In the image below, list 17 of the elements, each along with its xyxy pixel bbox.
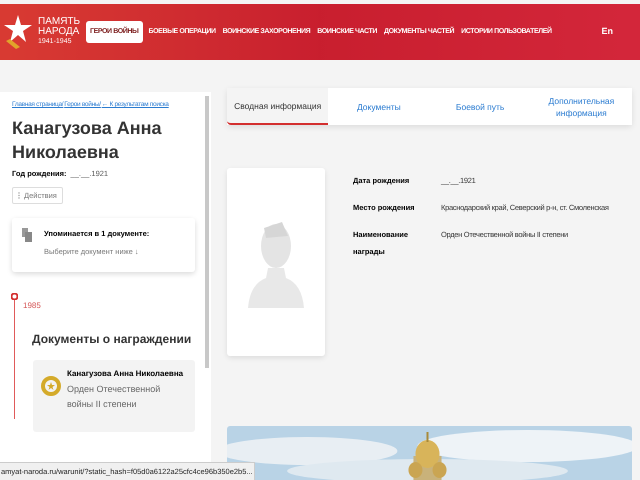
award-card[interactable]: Канагузова Анна Николаевна Орден Отечественной войны II степени <box>33 360 195 432</box>
tab[interactable]: Дополнительная информация <box>530 88 632 125</box>
section-title: Документы о награждении <box>32 331 192 348</box>
language-switch[interactable]: En <box>598 23 616 41</box>
star-logo-icon <box>4 15 32 49</box>
logo-title: НАРОДА <box>38 27 80 37</box>
tab[interactable]: Документы <box>328 88 430 125</box>
logo-title: ПАМЯТЬ <box>38 17 80 27</box>
award-card-title: Орден Отечественной войны II степени <box>67 383 162 412</box>
timeline-marker-icon <box>11 293 18 300</box>
tab[interactable]: Сводная информация <box>227 88 328 125</box>
medal-icon <box>41 374 61 396</box>
tab[interactable]: Боевой путь <box>430 88 531 125</box>
documents-icon <box>22 228 32 242</box>
person-name: Канагузова Анна Николаевна <box>12 116 162 164</box>
award-card-name: Канагузова Анна Николаевна <box>67 368 184 380</box>
timeline-year: 1985 <box>23 301 41 310</box>
